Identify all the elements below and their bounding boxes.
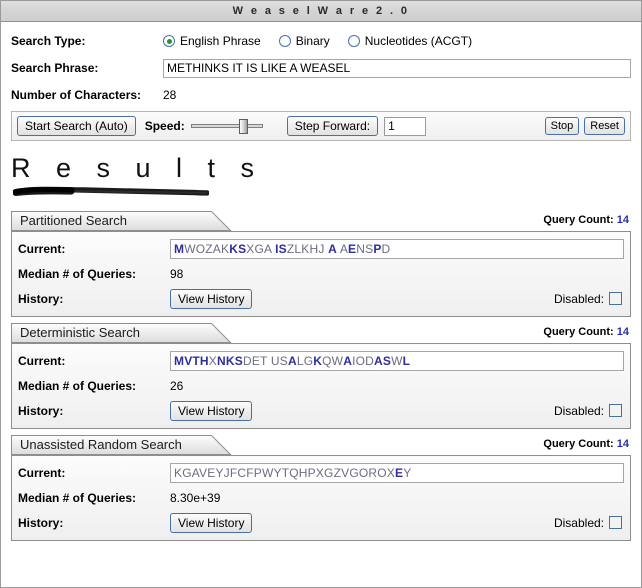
result-panel: Unassisted Random Search Query Count: 14 C… <box>11 435 631 541</box>
step-forward-button[interactable]: Step Forward: <box>286 116 379 136</box>
radio-binary[interactable]: Binary <box>278 34 330 48</box>
disabled-label: Disabled: <box>553 291 604 306</box>
panel-body: Current: KGAVEYJFCFPWYTQHPXGZVGOROXEY Medi… <box>11 455 631 541</box>
brush-stroke-underline <box>13 186 209 196</box>
history-label: History: <box>18 515 64 530</box>
search-phrase-label: Search Phrase: <box>11 61 99 75</box>
panel-title: Partitioned Search <box>20 213 127 228</box>
radio-english-phrase[interactable]: English Phrase <box>163 34 261 48</box>
application-window: W e a s e l W a r e 2 . 0 Search Type: E… <box>0 0 642 588</box>
result-panels: Partitioned Search Query Count: 14 Current… <box>1 211 641 541</box>
panel-title: Deterministic Search <box>20 325 140 340</box>
radio-nucleotides[interactable]: Nucleotides (ACGT) <box>347 34 473 48</box>
search-form: Search Type: English Phrase Binary Nucle… <box>1 22 641 106</box>
current-label: Current: <box>18 241 66 256</box>
control-bar: Start Search (Auto) Speed: Step Forward:… <box>11 111 631 141</box>
median-label: Median # of Queries: <box>18 378 137 393</box>
reset-button[interactable]: Reset <box>584 117 625 135</box>
view-history-button[interactable]: View History <box>170 288 253 309</box>
history-row: History: View History Disabled: <box>18 287 624 310</box>
history-label: History: <box>18 403 64 418</box>
window-title: W e a s e l W a r e 2 . 0 <box>232 5 410 17</box>
query-count-label: Query Count: <box>543 438 614 450</box>
radio-unselected-icon <box>347 35 360 47</box>
current-row: Current: KGAVEYJFCFPWYTQHPXGZVGOROXEY <box>18 461 624 484</box>
results-title: R e s u l t s <box>11 153 264 183</box>
disabled-control: Disabled: <box>554 516 624 530</box>
num-characters-row: Number of Characters: 28 <box>11 84 631 106</box>
radio-unselected-icon <box>278 35 291 47</box>
search-type-radio-group: English Phrase Binary Nucleotides (ACGT) <box>163 34 490 48</box>
search-phrase-row: Search Phrase: <box>11 57 631 79</box>
disabled-control: Disabled: <box>554 404 624 418</box>
current-value[interactable]: MWOZAKKSXGA ISZLKHJ A AENSPD <box>170 238 624 259</box>
median-row: Median # of Queries: 98 <box>18 262 624 285</box>
view-history-button[interactable]: View History <box>170 400 253 421</box>
radio-binary-label: Binary <box>295 34 330 48</box>
panel-title: Unassisted Random Search <box>20 437 182 452</box>
query-count: Query Count: 14 <box>543 214 629 226</box>
view-history-button[interactable]: View History <box>170 512 253 533</box>
median-value: 8.30e+39 <box>170 490 221 505</box>
current-row: Current: MVTHXNKSDET USALGKQWAIODASWL <box>18 349 624 372</box>
radio-english-phrase-label: English Phrase <box>180 34 261 48</box>
stop-button[interactable]: Stop <box>544 117 580 135</box>
query-count-value: 14 <box>616 214 629 226</box>
median-row: Median # of Queries: 26 <box>18 374 624 397</box>
median-value: 26 <box>170 378 184 393</box>
start-search-button[interactable]: Start Search (Auto) <box>17 116 136 136</box>
median-label: Median # of Queries: <box>18 490 137 505</box>
disabled-checkbox[interactable] <box>609 404 622 417</box>
median-value: 98 <box>170 266 184 281</box>
results-heading: R e s u l t s <box>11 153 641 205</box>
median-row: Median # of Queries: 8.30e+39 <box>18 486 624 509</box>
current-value[interactable]: KGAVEYJFCFPWYTQHPXGZVGOROXEY <box>170 462 624 483</box>
speed-slider-track <box>190 124 263 128</box>
history-label: History: <box>18 291 64 306</box>
history-row: History: View History Disabled: <box>18 399 624 422</box>
history-row: History: View History Disabled: <box>18 511 624 534</box>
step-count-input[interactable] <box>384 116 427 136</box>
current-value[interactable]: MVTHXNKSDET USALGKQWAIODASWL <box>170 350 624 371</box>
search-type-label: Search Type: <box>11 34 86 48</box>
query-count-label: Query Count: <box>543 214 614 226</box>
num-characters-label: Number of Characters: <box>11 88 142 102</box>
radio-nucleotides-label: Nucleotides (ACGT) <box>364 34 473 48</box>
search-type-row: Search Type: English Phrase Binary Nucle… <box>11 30 631 52</box>
panel-body: Current: MWOZAKKSXGA ISZLKHJ A AENSPD Medi… <box>11 231 631 317</box>
disabled-label: Disabled: <box>553 515 604 530</box>
current-label: Current: <box>18 353 66 368</box>
current-row: Current: MWOZAKKSXGA ISZLKHJ A AENSPD <box>18 237 624 260</box>
panel-tab-row: Partitioned Search Query Count: 14 <box>11 211 631 231</box>
num-characters-value: 28 <box>163 88 177 102</box>
title-bar: W e a s e l W a r e 2 . 0 <box>1 1 641 22</box>
panel-tab-row: Unassisted Random Search Query Count: 14 <box>11 435 631 455</box>
panel-tab-row: Deterministic Search Query Count: 14 <box>11 323 631 343</box>
radio-selected-icon <box>163 35 175 47</box>
query-count-label: Query Count: <box>543 326 614 338</box>
result-panel: Deterministic Search Query Count: 14 Curre… <box>11 323 631 429</box>
disabled-checkbox[interactable] <box>609 292 622 305</box>
query-count-value: 14 <box>616 326 629 338</box>
query-count-value: 14 <box>616 438 629 450</box>
disabled-control: Disabled: <box>554 292 624 306</box>
query-count: Query Count: 14 <box>543 326 629 338</box>
speed-slider-thumb[interactable] <box>238 119 248 134</box>
median-label: Median # of Queries: <box>18 266 137 281</box>
query-count: Query Count: 14 <box>543 438 629 450</box>
result-panel: Partitioned Search Query Count: 14 Current… <box>11 211 631 317</box>
disabled-checkbox[interactable] <box>609 516 622 529</box>
panel-body: Current: MVTHXNKSDET USALGKQWAIODASWL Medi… <box>11 343 631 429</box>
disabled-label: Disabled: <box>553 403 604 418</box>
current-label: Current: <box>18 465 66 480</box>
speed-label: Speed: <box>144 119 185 133</box>
speed-slider[interactable] <box>190 118 263 134</box>
search-phrase-input[interactable] <box>163 58 631 78</box>
